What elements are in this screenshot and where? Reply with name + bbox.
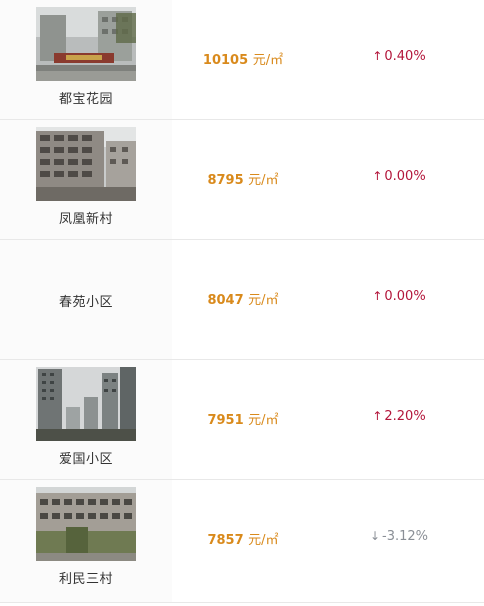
change-value: ↑ 0.00% [372,289,426,304]
price-value: 10105 元/㎡ [202,53,284,68]
change-value: ↓ -3.12% [369,529,429,544]
change-cell: ↑ 0.00% [314,240,484,359]
community-name: 凤凰新村 [58,212,113,227]
change-cell: ↓ -3.12% [314,480,484,602]
price-cell: 7951 元/㎡ [172,360,314,479]
change-cell: ↑ 0.00% [314,120,484,239]
community-name: 春苑小区 [58,295,113,310]
price-unit: 元/㎡ [252,53,284,68]
list-item[interactable]: 利民三村 7857 元/㎡ ↓ -3.12% [0,480,484,603]
arrow-up-icon: ↑ [372,409,383,423]
price-unit: 元/㎡ [248,173,279,188]
name-cell: 凤凰新村 [0,120,172,239]
price-cell: 10105 元/㎡ [172,0,314,119]
community-name: 都宝花园 [58,92,113,107]
price-cell: 8047 元/㎡ [172,240,314,359]
community-name: 利民三村 [58,572,113,587]
price-value: 8047 元/㎡ [207,293,279,308]
list-item[interactable]: 都宝花园 10105 元/㎡ ↑ 0.40% [0,0,484,120]
price-unit: 元/㎡ [248,533,279,548]
community-name: 爱国小区 [58,452,113,467]
price-value: 7857 元/㎡ [207,533,279,548]
arrow-down-icon: ↓ [369,529,381,543]
price-cell: 8795 元/㎡ [172,120,314,239]
change-value: ↑ 0.40% [372,49,426,64]
list-item[interactable]: 爱国小区 7951 元/㎡ ↑ 2.20% [0,360,484,480]
list-item[interactable]: 春苑小区 8047 元/㎡ ↑ 0.00% [0,240,484,360]
name-cell: 春苑小区 [0,240,172,359]
arrow-up-icon: ↑ [372,169,383,183]
name-cell: 利民三村 [0,480,172,602]
apartment-photo [36,127,136,201]
building-photo [36,487,136,561]
change-value: ↑ 0.00% [372,169,426,184]
arrow-up-icon: ↑ [372,289,383,303]
towers-photo [36,367,136,441]
change-cell: ↑ 2.20% [314,360,484,479]
arrow-up-icon: ↑ [372,49,383,63]
price-cell: 7857 元/㎡ [172,480,314,602]
change-cell: ↑ 0.40% [314,0,484,119]
housing-price-list: 都宝花园 10105 元/㎡ ↑ 0.40% 凤凰新村 8795 元/㎡ ↑ 0… [0,0,484,606]
price-value: 7951 元/㎡ [207,413,279,428]
list-item[interactable]: 凤凰新村 8795 元/㎡ ↑ 0.00% [0,120,484,240]
name-cell: 爱国小区 [0,360,172,479]
name-cell: 都宝花园 [0,0,172,119]
gate-photo [36,7,136,81]
price-unit: 元/㎡ [248,293,279,308]
price-unit: 元/㎡ [248,413,279,428]
change-value: ↑ 2.20% [372,409,426,424]
price-value: 8795 元/㎡ [207,173,279,188]
